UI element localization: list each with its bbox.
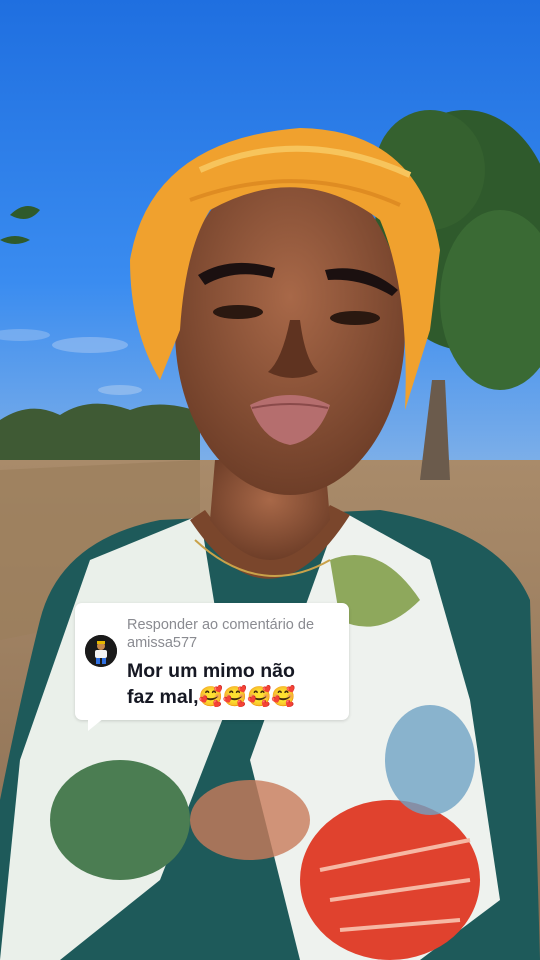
reply-sticker-tail — [88, 718, 104, 731]
video-background — [0, 0, 540, 960]
comment-line-2: faz mal,🥰🥰🥰🥰 — [127, 684, 342, 710]
smiling-hearts-emoji-group: 🥰🥰🥰🥰 — [198, 685, 296, 708]
reply-comment-sticker[interactable]: Responder ao comentário de amissa577 Mor… — [75, 603, 349, 720]
commenter-avatar[interactable] — [85, 635, 117, 667]
commenter-username[interactable]: amissa577 — [127, 634, 339, 652]
comment-text: Mor um mimo não faz mal,🥰🥰🥰🥰 — [127, 658, 342, 710]
reply-header-label: Responder ao comentário de — [127, 617, 315, 633]
video-frame[interactable] — [0, 0, 540, 960]
comment-line-1: Mor um mimo não — [127, 660, 295, 682]
comment-line-2-text: faz mal, — [127, 686, 199, 708]
avatar-image — [85, 635, 117, 667]
reply-header: Responder ao comentário de amissa577 — [127, 616, 339, 652]
